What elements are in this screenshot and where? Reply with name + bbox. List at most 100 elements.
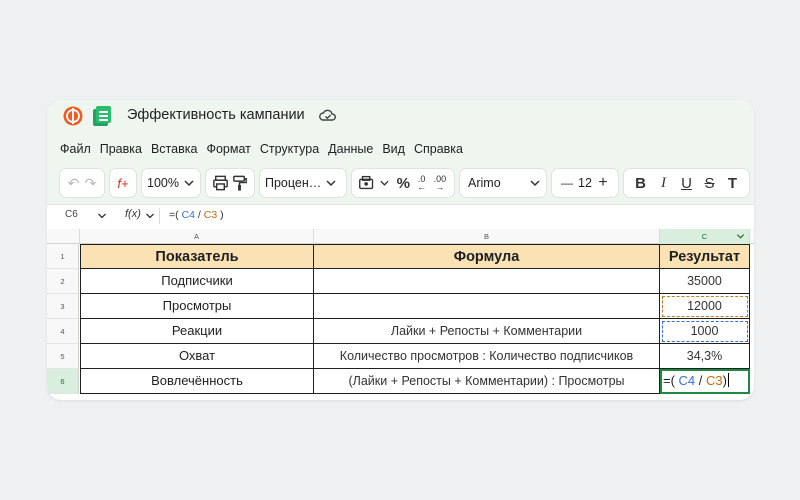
header-cell-indicator[interactable]: Показатель xyxy=(80,244,314,269)
row-number[interactable]: 6 xyxy=(47,369,79,394)
font-family-value: Arimo xyxy=(468,176,501,190)
cell-formula-operator: / xyxy=(698,373,703,388)
header-cell-formula[interactable]: Формула xyxy=(314,244,660,269)
number-format-value: Процен… xyxy=(265,176,322,190)
column-headers: A B C xyxy=(47,229,754,244)
cell-b4[interactable]: Лайки + Репосты + Комментарии xyxy=(314,319,660,344)
formula-ref-c4: C4 xyxy=(181,209,195,221)
cell-formula-ref-c4: C4 xyxy=(678,373,696,388)
cell-b3[interactable] xyxy=(314,294,660,319)
formula-ref-c3: C3 xyxy=(203,209,218,221)
spreadsheet-window: Эффективность кампании Файл Правка Встав… xyxy=(47,100,754,400)
italic-button[interactable]: I xyxy=(654,173,674,193)
column-header-corner[interactable] xyxy=(47,229,80,244)
chevron-down-icon[interactable] xyxy=(736,232,745,241)
cell-a6[interactable]: Вовлечённость xyxy=(80,369,314,394)
formula-prefix: =( xyxy=(169,209,179,221)
cell-formula-prefix: =( xyxy=(663,373,675,388)
chevron-down-icon xyxy=(530,180,540,187)
cell-formula-editor[interactable]: =( C4 / C3) xyxy=(663,369,730,393)
document-title[interactable]: Эффективность кампании xyxy=(127,107,305,123)
strikethrough-button[interactable]: S xyxy=(700,173,720,193)
cloud-saved-icon[interactable] xyxy=(319,108,337,124)
formula-input[interactable]: =( C4 / C3 ) xyxy=(169,209,224,221)
cell-b6[interactable]: (Лайки + Репосты + Комментарии) : Просмо… xyxy=(314,369,660,394)
menu-edit[interactable]: Правка xyxy=(100,142,142,162)
text-size-button[interactable]: T xyxy=(723,173,743,193)
table-row: 2 Подписчики 35000 xyxy=(47,269,754,294)
chevron-down-icon xyxy=(184,180,194,187)
cell-c3[interactable]: 12000 xyxy=(660,294,750,319)
menu-format[interactable]: Формат xyxy=(206,142,250,162)
cell-b2[interactable] xyxy=(314,269,660,294)
formula-suffix: ) xyxy=(220,209,224,221)
cell-reference[interactable]: C6 xyxy=(65,209,78,220)
function-icon[interactable]: f(x) xyxy=(125,208,141,220)
menu-data[interactable]: Данные xyxy=(328,142,373,162)
print-icon[interactable] xyxy=(211,173,230,193)
number-format-select[interactable]: Процен… xyxy=(259,168,347,198)
menu-insert[interactable]: Вставка xyxy=(151,142,197,162)
zoom-select[interactable]: 100% xyxy=(141,168,201,198)
decrease-font-size-button[interactable]: — xyxy=(557,173,577,193)
menu-view[interactable]: Вид xyxy=(382,142,405,162)
row-number[interactable]: 4 xyxy=(47,319,79,344)
formula-bar: C6 f(x) =( C4 / C3 ) xyxy=(47,204,754,228)
percent-icon[interactable]: % xyxy=(394,173,412,193)
cell-a5[interactable]: Охват xyxy=(80,344,314,369)
sheets-logo-icon xyxy=(93,106,111,126)
table-row: 5 Охват Количество просмотров : Количест… xyxy=(47,344,754,369)
row-number[interactable]: 5 xyxy=(47,344,79,369)
cell-c5[interactable]: 34,3% xyxy=(660,344,750,369)
text-style-group: B I U S T xyxy=(623,168,750,198)
arrow-right-icon: → xyxy=(435,182,445,192)
cell-a3[interactable]: Просмотры xyxy=(80,294,314,319)
cell-c4[interactable]: 1000 xyxy=(660,319,750,344)
header-cell-result[interactable]: Результат xyxy=(660,244,750,269)
row-number[interactable]: 2 xyxy=(47,269,79,294)
yandex-logo-icon[interactable] xyxy=(63,106,83,126)
column-header-c-label: C xyxy=(701,232,708,241)
cell-c2[interactable]: 35000 xyxy=(660,269,750,294)
cell-a2[interactable]: Подписчики xyxy=(80,269,314,294)
row-number[interactable]: 3 xyxy=(47,294,79,319)
menu-bar: Файл Правка Вставка Формат Структура Дан… xyxy=(60,142,472,162)
chevron-down-icon xyxy=(326,180,336,187)
paint-format-icon[interactable] xyxy=(230,173,249,193)
currency-format-icon[interactable] xyxy=(357,173,375,193)
chevron-down-icon[interactable] xyxy=(97,211,107,221)
format-number-group: % .0 ← .00 → xyxy=(351,168,455,198)
bold-button[interactable]: B xyxy=(631,173,651,193)
cell-formula-ref-c3: C3 xyxy=(706,373,723,388)
underline-button[interactable]: U xyxy=(677,173,697,193)
column-header-c[interactable]: C xyxy=(660,229,750,244)
undo-icon[interactable]: ↶ xyxy=(65,173,82,193)
font-size-value[interactable]: 12 xyxy=(578,176,592,190)
column-header-b[interactable]: B xyxy=(314,229,660,244)
column-header-a[interactable]: A xyxy=(80,229,314,244)
formula-divider xyxy=(159,208,160,224)
insert-function-icon[interactable]: f+ xyxy=(113,173,133,193)
table-row: 4 Реакции Лайки + Репосты + Комментарии … xyxy=(47,319,754,344)
zoom-value: 100% xyxy=(147,176,179,190)
cell-a4[interactable]: Реакции xyxy=(80,319,314,344)
increase-decimals-icon[interactable]: .00 → xyxy=(431,173,449,193)
chevron-down-icon[interactable] xyxy=(145,211,155,221)
arrow-left-icon: ← xyxy=(417,182,427,192)
chevron-down-icon[interactable] xyxy=(379,177,390,189)
decrease-decimals-icon[interactable]: .0 ← xyxy=(412,173,430,193)
menu-file[interactable]: Файл xyxy=(60,142,91,162)
cell-c6-active[interactable]: =( C4 / C3) xyxy=(660,369,750,394)
cell-b5[interactable]: Количество просмотров : Количество подпи… xyxy=(314,344,660,369)
menu-structure[interactable]: Структура xyxy=(260,142,319,162)
formula-operator: / xyxy=(197,209,201,221)
toolbar: ↶ ↷ f+ 100% Процен… % .0 ← .00 → Arimo —… xyxy=(59,168,754,198)
table-row: 1 Показатель Формула Результат xyxy=(47,244,754,269)
menu-help[interactable]: Справка xyxy=(414,142,463,162)
undo-redo-group: ↶ ↷ xyxy=(59,168,105,198)
font-family-select[interactable]: Arimo xyxy=(459,168,547,198)
row-number[interactable]: 1 xyxy=(47,244,79,269)
table-row: 3 Просмотры 12000 xyxy=(47,294,754,319)
redo-icon[interactable]: ↷ xyxy=(82,173,99,193)
increase-font-size-button[interactable]: + xyxy=(593,173,613,193)
